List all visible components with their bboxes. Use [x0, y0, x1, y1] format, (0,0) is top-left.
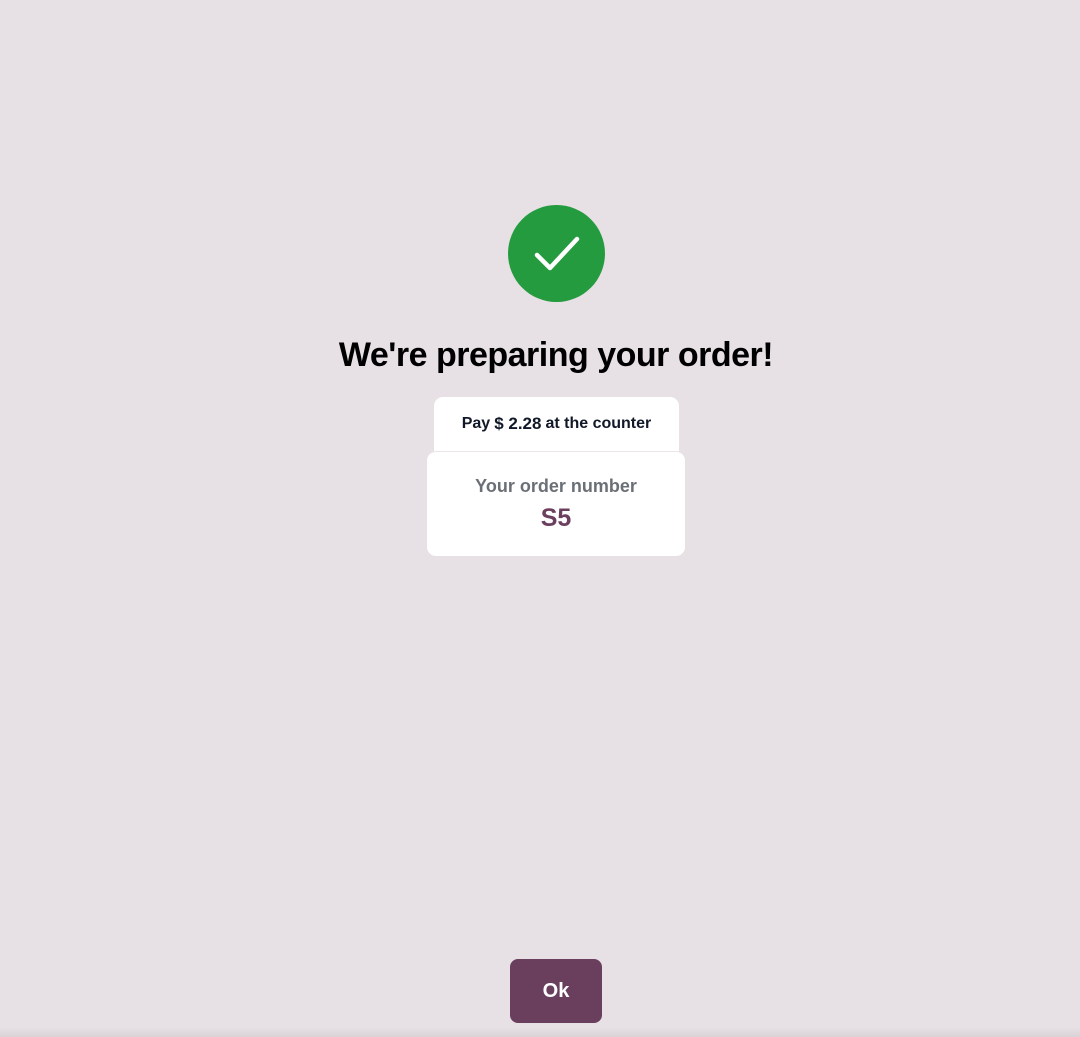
success-checkmark-icon — [508, 205, 605, 302]
confirmation-headline: We're preparing your order! — [338, 336, 774, 374]
bottom-edge-shadow — [0, 1027, 1080, 1037]
payment-instruction: Pay $ 2.28 at the counter — [434, 397, 679, 451]
payment-suffix: at the counter — [545, 415, 652, 432]
payment-prefix: Pay — [461, 415, 491, 432]
ok-button[interactable]: Ok — [510, 959, 602, 1023]
order-number-label: Your order number — [475, 476, 637, 496]
payment-amount: $ 2.28 — [494, 414, 542, 433]
order-number-value: S5 — [540, 504, 572, 532]
order-number-card: Your order number S5 — [427, 451, 685, 556]
checkmark-icon — [534, 236, 579, 270]
